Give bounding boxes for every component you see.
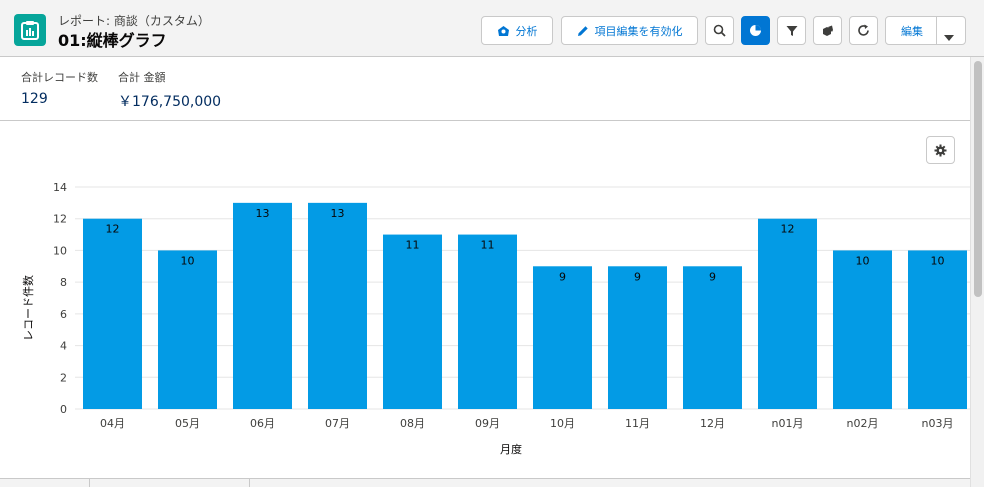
bar[interactable] — [683, 266, 742, 409]
x-tick-label: 06月 — [250, 417, 275, 430]
data-label: 10 — [931, 254, 945, 267]
scrollbar-thumb[interactable] — [974, 61, 982, 297]
bar[interactable] — [308, 202, 367, 409]
total-amount-value: ￥176,750,000 — [118, 94, 222, 110]
page-title: 01:縦棒グラフ — [58, 31, 167, 50]
table-column-header — [90, 479, 250, 487]
report-app-icon — [14, 14, 46, 46]
enable-field-edit-label: 項目編集を有効化 — [594, 24, 683, 38]
x-tick-label: 11月 — [625, 417, 650, 430]
chevron-down-icon[interactable] — [944, 27, 954, 46]
x-tick-label: 10月 — [550, 417, 575, 430]
gear-icon — [934, 144, 947, 156]
analyze-button-label: 分析 — [515, 24, 538, 38]
x-tick-label: 05月 — [175, 417, 200, 430]
x-tick-label: 12月 — [700, 417, 725, 430]
refresh-button[interactable] — [849, 16, 878, 45]
total-amount-label: 合計 金額 — [118, 71, 166, 84]
x-axis-title: 月度 — [500, 442, 522, 456]
bar[interactable] — [908, 250, 967, 409]
refresh-icon — [858, 24, 869, 36]
pie-chart-icon — [750, 25, 761, 36]
report-summary: 合計レコード数 129 合計 金額 ￥176,750,000 — [0, 57, 970, 121]
y-tick-label: 0 — [60, 403, 67, 416]
data-label: 9 — [634, 270, 641, 283]
total-records-label: 合計レコード数 — [21, 71, 98, 84]
chart-settings-button[interactable] — [926, 136, 955, 164]
filter-icon — [786, 25, 797, 36]
x-tick-label: n02月 — [847, 417, 879, 430]
collapse-icon — [823, 25, 833, 36]
bar[interactable] — [833, 250, 892, 409]
bar[interactable] — [608, 266, 667, 409]
y-tick-label: 12 — [53, 213, 67, 226]
y-tick-label: 2 — [60, 371, 67, 384]
search-icon — [713, 24, 726, 37]
total-records-value: 129 — [21, 91, 48, 107]
data-label: 12 — [781, 223, 795, 236]
enable-field-edit-button[interactable]: 項目編集を有効化 — [561, 16, 698, 45]
data-label: 13 — [331, 207, 345, 220]
filter-button[interactable] — [777, 16, 806, 45]
analytics-icon — [497, 25, 509, 36]
x-tick-label: n03月 — [922, 417, 954, 430]
report-header: レポート: 商談（カスタム） 01:縦棒グラフ 分析 項目編集を有効化 編集 — [0, 0, 984, 57]
data-label: 9 — [709, 270, 716, 283]
y-axis-title: レコード件数 — [22, 275, 35, 341]
vertical-scrollbar[interactable] — [970, 57, 984, 487]
data-label: 10 — [181, 254, 195, 267]
analyze-button[interactable]: 分析 — [481, 16, 553, 45]
chart-toggle-button[interactable] — [741, 16, 770, 45]
x-tick-label: 08月 — [400, 417, 425, 430]
data-label: 11 — [406, 239, 420, 252]
bar[interactable] — [158, 250, 217, 409]
y-tick-label: 14 — [53, 181, 67, 194]
y-tick-label: 10 — [53, 244, 67, 257]
data-label: 9 — [559, 270, 566, 283]
x-tick-label: 07月 — [325, 417, 350, 430]
collapse-button[interactable] — [813, 16, 842, 45]
bar[interactable] — [83, 218, 142, 409]
bar[interactable] — [533, 266, 592, 409]
edit-button-label: 編集 — [901, 24, 923, 38]
x-tick-label: 09月 — [475, 417, 500, 430]
pencil-icon — [577, 25, 588, 36]
y-tick-label: 6 — [60, 308, 67, 321]
data-label: 13 — [256, 207, 270, 220]
search-button[interactable] — [705, 16, 734, 45]
split-divider — [936, 16, 937, 45]
x-tick-label: 04月 — [100, 417, 125, 430]
table-column-header — [0, 479, 90, 487]
bar[interactable] — [458, 234, 517, 409]
bar[interactable] — [383, 234, 442, 409]
y-tick-label: 4 — [60, 340, 67, 353]
y-tick-label: 8 — [60, 276, 67, 289]
x-tick-label: n01月 — [772, 417, 804, 430]
bar-chart: 0 2 4 6 8 10 12 14 12 04月 10 05月 13 06月 13 07月 11 08月 11 09… — [22, 181, 970, 456]
bottom-table-header — [0, 478, 970, 487]
bar[interactable] — [758, 218, 817, 409]
data-label: 11 — [481, 239, 495, 252]
data-label: 12 — [106, 223, 120, 236]
bar[interactable] — [233, 202, 292, 409]
data-label: 10 — [856, 254, 870, 267]
